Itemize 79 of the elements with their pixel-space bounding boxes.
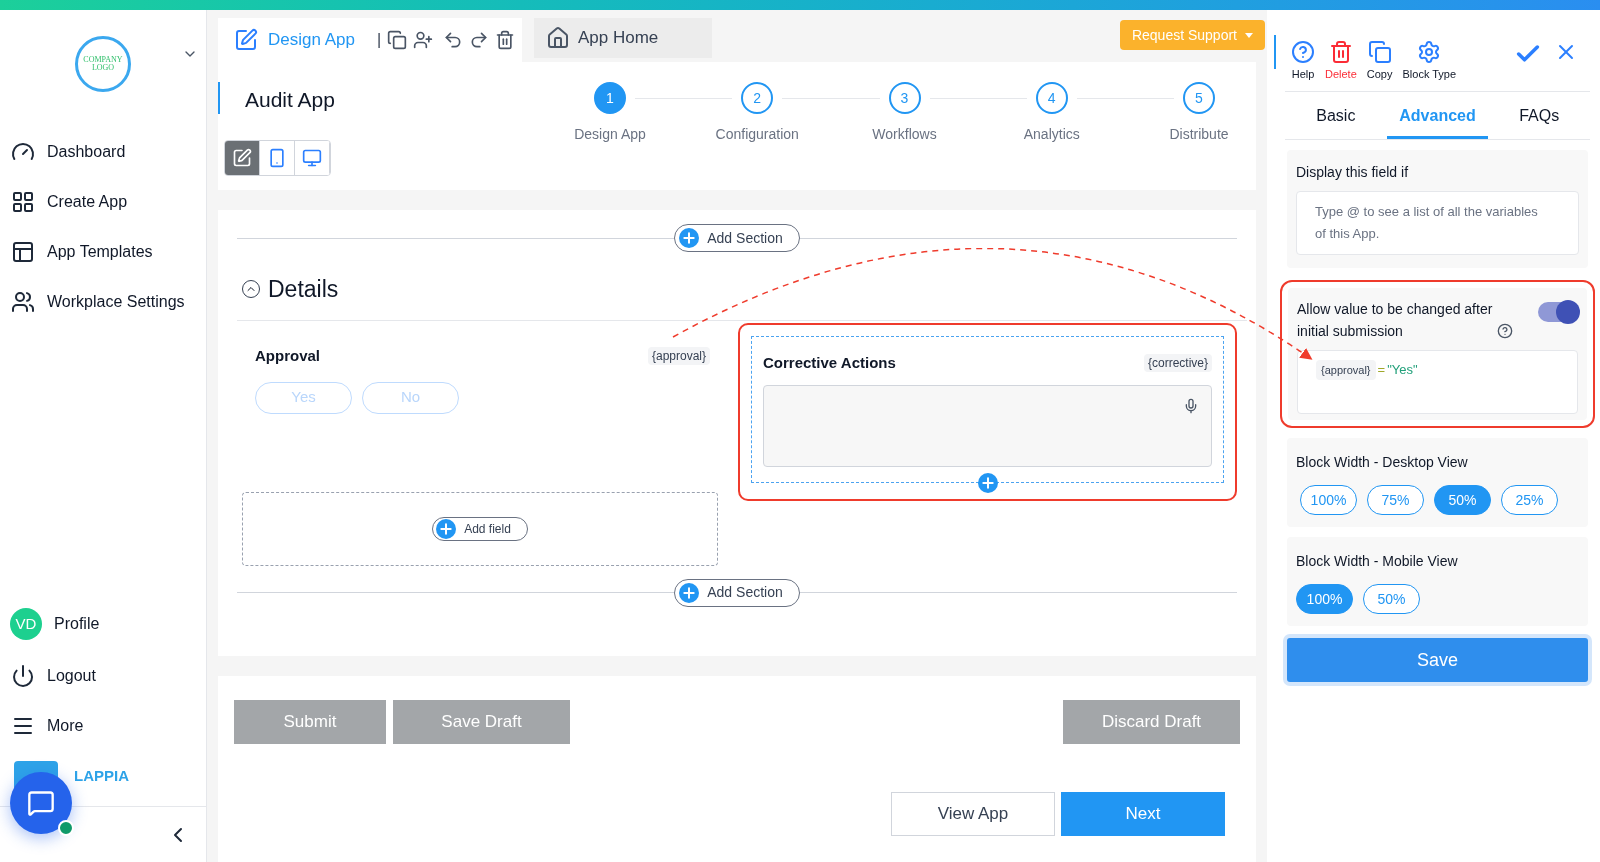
trash-icon — [1328, 40, 1353, 64]
step-label: Configuration — [715, 125, 799, 144]
sidebar-item[interactable]: Workplace Settings — [0, 288, 206, 316]
panel-tab[interactable]: Basic — [1285, 92, 1387, 139]
sidebar-item[interactable]: Create App — [0, 188, 206, 216]
view-app-button[interactable]: View App — [891, 792, 1055, 836]
next-button[interactable]: Next — [1061, 792, 1225, 836]
step-label: Design App — [574, 125, 646, 144]
profile-item[interactable]: VD Profile — [0, 608, 206, 640]
width-option[interactable]: 100% — [1296, 584, 1353, 614]
setting-label: Allow value to be changed after initial submission — [1297, 300, 1493, 341]
section-title: Details — [268, 274, 339, 304]
chat-button[interactable] — [10, 772, 72, 834]
setting-label: Block Width - Mobile View — [1296, 552, 1459, 571]
tool-button[interactable]: Help — [1291, 40, 1315, 83]
condition-field[interactable]: {approval} ="Yes" — [1297, 350, 1578, 414]
step-label: Analytics — [1023, 125, 1080, 144]
edit-icon — [234, 28, 258, 52]
company-logo: COMPANY LOGO — [75, 36, 131, 92]
edit-icon — [232, 148, 252, 168]
sidebar-item[interactable]: Dashboard — [0, 138, 206, 166]
toggle-switch[interactable] — [1538, 302, 1578, 322]
copy-icon[interactable] — [387, 30, 408, 50]
redo-icon[interactable] — [469, 30, 490, 50]
add-block-button[interactable] — [977, 473, 998, 493]
view-mode-button[interactable] — [225, 141, 260, 175]
condition-field[interactable]: Type @ to see a list of all the variables of this App. — [1296, 191, 1579, 255]
sidebar-item[interactable]: More — [0, 712, 206, 740]
layout-icon — [11, 240, 35, 264]
setting-label: Block Width - Desktop View — [1296, 453, 1469, 472]
tool-button[interactable]: Copy — [1366, 40, 1393, 83]
sidebar-item[interactable]: App Templates — [0, 238, 206, 266]
tool-button[interactable]: Delete — [1325, 40, 1357, 83]
separator: | — [376, 30, 382, 50]
width-option[interactable]: 50% — [1434, 485, 1491, 515]
power-icon — [11, 664, 35, 688]
app-home-tab[interactable]: App Home — [534, 18, 712, 58]
plus-icon — [679, 582, 700, 603]
panel-tab[interactable]: FAQs — [1488, 92, 1590, 139]
operator: = — [1377, 361, 1386, 379]
caret-icon — [1245, 32, 1253, 38]
help-icon[interactable] — [1497, 323, 1513, 339]
home-icon — [546, 26, 570, 50]
microphone-icon[interactable] — [1183, 397, 1199, 414]
monitor-icon — [302, 148, 322, 168]
brand-name: LAPPIA — [74, 765, 129, 786]
variable-tag: {approval} — [647, 347, 710, 366]
sidebar-item[interactable]: Logout — [0, 662, 206, 690]
chat-icon — [27, 789, 55, 817]
form-action-button[interactable]: Save Draft — [393, 700, 570, 744]
plus-icon — [436, 518, 457, 539]
step-label: Distribute — [1169, 125, 1229, 144]
plus-icon — [679, 228, 700, 248]
trash-icon[interactable] — [495, 30, 516, 50]
condition-value: "Yes" — [1387, 361, 1418, 379]
field-label: Corrective Actions — [763, 353, 896, 373]
add-user-icon[interactable] — [413, 30, 434, 50]
step-label: Workflows — [872, 125, 937, 144]
width-option[interactable]: 75% — [1367, 485, 1424, 515]
phone-icon — [267, 148, 287, 168]
width-option[interactable]: 25% — [1501, 485, 1558, 515]
variable-tag: {corrective} — [1143, 354, 1212, 373]
avatar: VD — [10, 608, 42, 640]
field-label: Approval — [255, 346, 320, 366]
people-icon — [11, 290, 35, 314]
gear-icon — [1417, 40, 1442, 64]
tool-button[interactable]: Block Type — [1402, 40, 1457, 83]
width-option[interactable]: 50% — [1363, 584, 1420, 614]
help-icon — [1291, 40, 1315, 64]
width-option[interactable]: 100% — [1300, 485, 1357, 515]
copy-icon — [1367, 40, 1392, 64]
app-title: Audit App — [245, 87, 336, 113]
form-action-button[interactable]: Discard Draft — [1063, 700, 1240, 744]
setting-label: Display this field if — [1296, 163, 1410, 182]
grid-icon — [11, 190, 35, 214]
panel-tab[interactable]: Advanced — [1386, 92, 1489, 139]
design-app-tab[interactable]: Design App | — [218, 18, 522, 62]
form-action-button[interactable]: Submit — [234, 700, 386, 744]
variable-tag: {approval} — [1316, 360, 1376, 380]
